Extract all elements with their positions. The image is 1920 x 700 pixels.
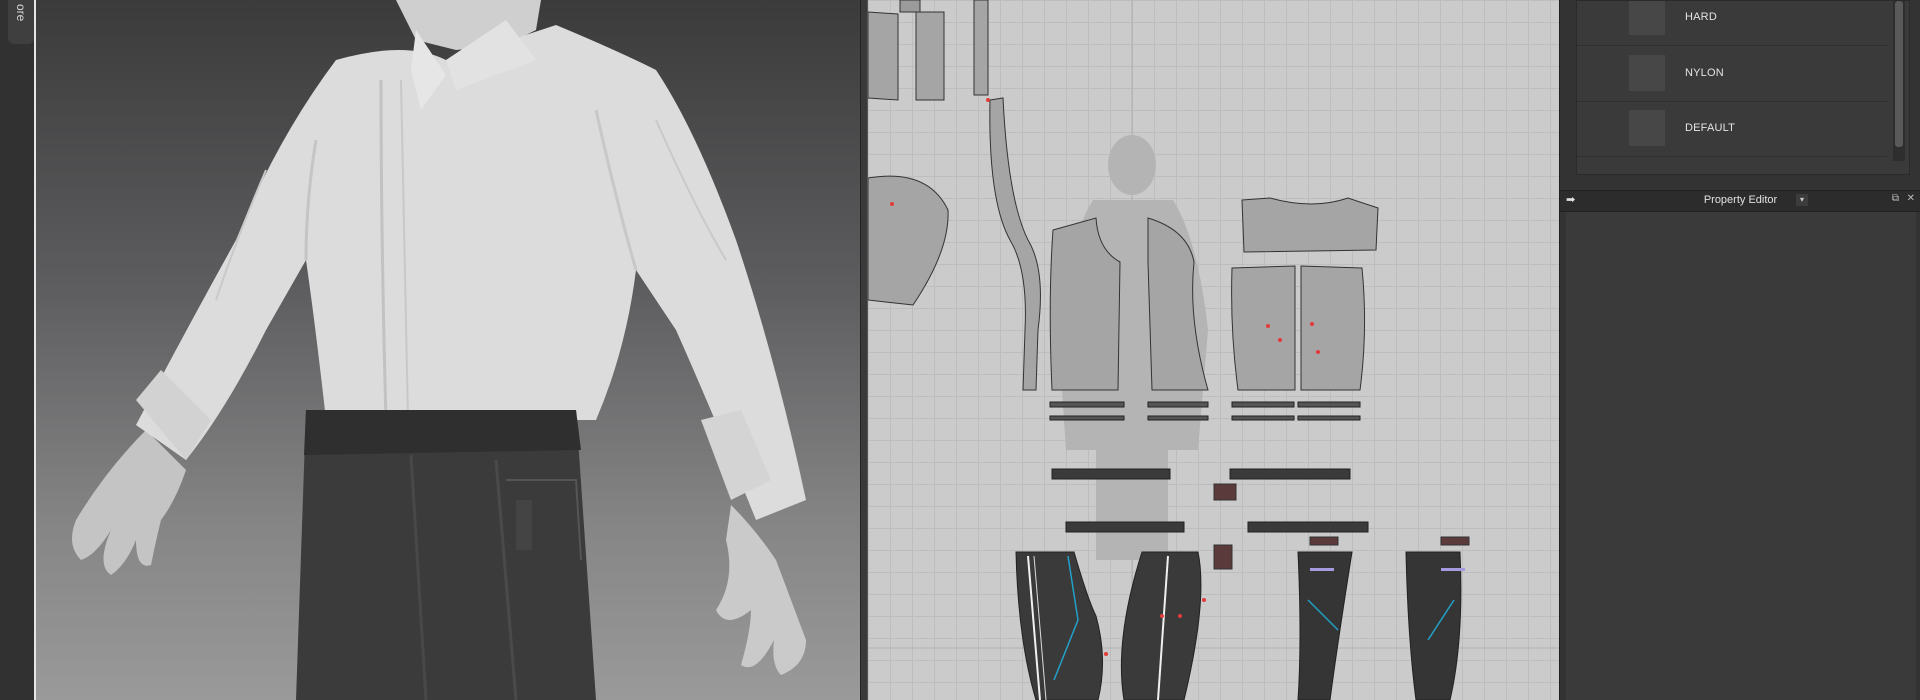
pattern-pieces — [868, 0, 1559, 700]
fabric-swatch — [1629, 55, 1665, 91]
fabric-item-hard[interactable]: HARD — [1577, 1, 1887, 46]
property-editor-header: ➡ Property Editor ▾ ⧉ ✕ — [1560, 190, 1920, 212]
property-editor-title: Property Editor — [1703, 194, 1778, 206]
2d-pattern-window[interactable] — [868, 0, 1559, 700]
library-scrollbar[interactable] — [1893, 1, 1905, 161]
library-scroll-thumb[interactable] — [1895, 1, 1903, 147]
fabric-item-label: DEFAULT — [1685, 122, 1736, 134]
fabric-item-label: HARD — [1685, 11, 1717, 23]
avatar-3d-render — [72, 0, 806, 700]
fabric-swatch — [1629, 1, 1665, 35]
fabric-item-nylon[interactable]: NYLON — [1577, 47, 1887, 102]
fabric-library-panel: HARD NYLON DEFAULT — [1576, 0, 1910, 175]
property-editor-body — [1566, 212, 1916, 700]
left-side-strip: ore — [0, 0, 34, 700]
right-panel: HARD NYLON DEFAULT ➡ Property Editor ▾ ⧉… — [1559, 0, 1920, 700]
fabric-item-label: NYLON — [1685, 67, 1724, 79]
left-tab-label: ore — [14, 4, 28, 22]
dropdown-icon[interactable]: ▾ — [1796, 194, 1808, 206]
fabric-swatch — [1629, 110, 1665, 146]
3d-viewport[interactable] — [34, 0, 860, 700]
close-icon[interactable]: ✕ — [1907, 193, 1915, 204]
viewport-splitter[interactable] — [860, 0, 868, 700]
fabric-item-default[interactable]: DEFAULT — [1577, 102, 1887, 157]
float-window-icon[interactable]: ⧉ — [1892, 193, 1899, 204]
left-panel-tab[interactable]: ore — [8, 0, 34, 44]
